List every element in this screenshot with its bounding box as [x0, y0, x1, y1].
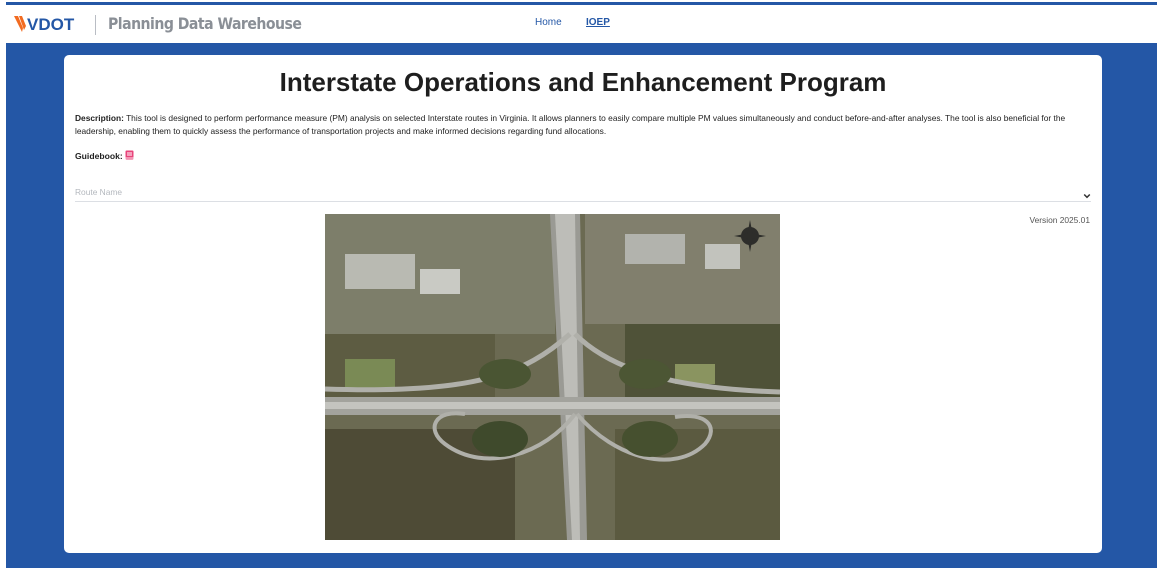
- book-icon[interactable]: [125, 150, 134, 162]
- main-card: Interstate Operations and Enhancement Pr…: [64, 55, 1102, 553]
- logo-text: VDOT: [27, 15, 75, 34]
- version-label: Version 2025.01: [1029, 215, 1090, 225]
- chevron-down-icon[interactable]: [1083, 187, 1091, 205]
- guidebook: Guidebook:: [75, 150, 134, 162]
- guidebook-label: Guidebook:: [75, 151, 123, 161]
- page-title: Interstate Operations and Enhancement Pr…: [279, 67, 887, 97]
- nav-link-home[interactable]: Home: [535, 17, 562, 28]
- description-text: This tool is designed to perform perform…: [75, 113, 1066, 136]
- top-navbar: VDOT Planning Data Warehouse Home IOEP: [0, 5, 1157, 43]
- description-label: Description:: [75, 113, 124, 123]
- route-name-select[interactable]: Route Name: [75, 182, 1091, 202]
- vdot-logo[interactable]: VDOT: [14, 14, 84, 34]
- nav-link-ioep[interactable]: IOEP: [586, 17, 610, 28]
- vdot-logo-mark: VDOT: [14, 15, 75, 34]
- navbar-divider: [95, 15, 96, 35]
- app-title: Planning Data Warehouse: [108, 14, 302, 33]
- description: Description: This tool is designed to pe…: [75, 112, 1093, 137]
- interchange-aerial-photo: [325, 214, 780, 540]
- route-name-placeholder: Route Name: [75, 187, 123, 197]
